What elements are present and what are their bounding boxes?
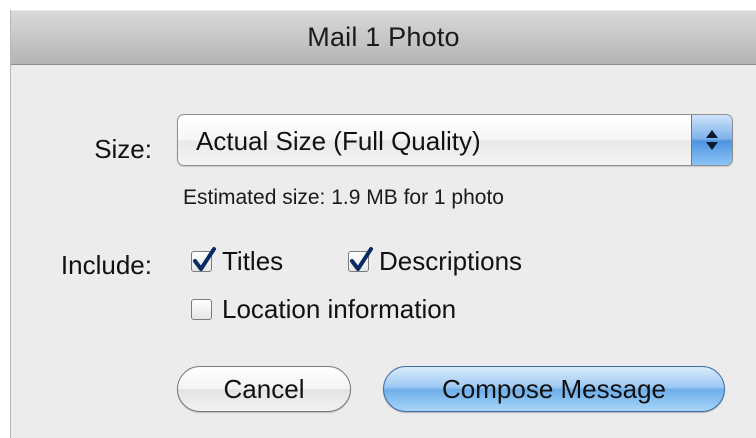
checkbox-box	[348, 247, 373, 272]
estimated-size-text: Estimated size: 1.9 MB for 1 photo	[183, 186, 504, 209]
titles-checkbox-label: Titles	[222, 246, 284, 276]
checkbox-box	[191, 247, 216, 272]
arrow-up-icon	[706, 130, 718, 138]
arrow-down-icon	[706, 142, 718, 150]
updown-arrows-icon	[691, 115, 732, 165]
cancel-button[interactable]: Cancel	[177, 366, 351, 412]
dialog-titlebar: Mail 1 Photo	[11, 10, 756, 65]
descriptions-checkbox[interactable]: Descriptions	[348, 246, 522, 277]
size-label: Size:	[94, 134, 152, 164]
mail-photo-dialog: Mail 1 Photo Size: Actual Size (Full Qua…	[10, 10, 756, 438]
location-information-checkbox[interactable]: Location information	[191, 294, 456, 325]
size-popup-value: Actual Size (Full Quality)	[196, 126, 481, 156]
cancel-button-label: Cancel	[223, 373, 305, 404]
include-label: Include:	[60, 250, 152, 280]
titles-checkbox[interactable]: Titles	[191, 246, 283, 277]
compose-message-button[interactable]: Compose Message	[383, 366, 725, 412]
checkmark-icon	[193, 247, 216, 271]
size-popup-button[interactable]: Actual Size (Full Quality)	[177, 114, 733, 166]
compose-message-button-label: Compose Message	[442, 373, 666, 404]
checkbox-box	[191, 299, 212, 320]
checkmark-icon	[350, 247, 373, 271]
descriptions-checkbox-label: Descriptions	[379, 246, 523, 276]
dialog-title: Mail 1 Photo	[307, 21, 460, 52]
location-information-checkbox-label: Location information	[222, 294, 457, 324]
